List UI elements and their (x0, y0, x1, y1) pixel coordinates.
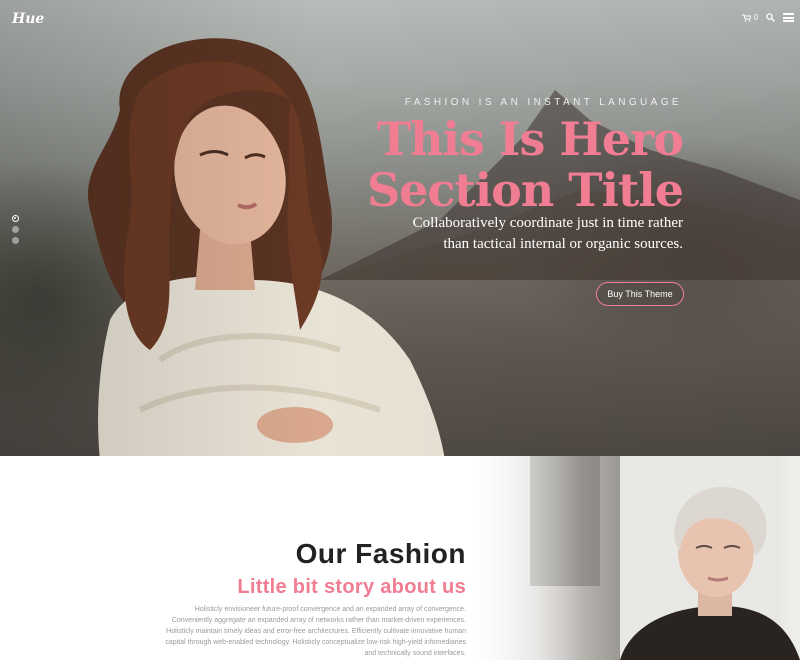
hero-subtitle-line-2: than tactical internal or organic source… (443, 236, 683, 252)
about-title: Our Fashion (295, 538, 466, 569)
hamburger-menu-icon[interactable] (783, 13, 794, 22)
about-body-line: capital through web-enabled technology. … (165, 639, 466, 646)
hero-tagline: FASHION IS AN INSTANT LANGUAGE (404, 97, 682, 108)
slider-dot-1[interactable] (12, 215, 19, 222)
header-actions: 0 (741, 13, 794, 22)
slider-dot-2[interactable] (12, 226, 19, 233)
hero-title-line-2: Section Title (366, 163, 684, 217)
about-subtitle: Little bit story about us (237, 576, 466, 598)
hero-section: Hue 0 FASHION IS AN INSTANT LANGUAGE Thi… (0, 0, 800, 456)
cart-button[interactable]: 0 (741, 13, 758, 22)
hero-title: This Is Hero Section Title (263, 112, 684, 217)
hero-subtitle-line-1: Collaboratively coordinate just in time … (412, 215, 683, 231)
cart-icon (741, 14, 751, 22)
about-body-line: Holisticly maintain timely ideas and err… (166, 628, 466, 635)
buy-theme-button[interactable]: Buy This Theme (596, 282, 684, 306)
about-body-text: Holisticly envisioneer future-proof conv… (130, 604, 466, 659)
about-body-line: and technically sound interfaces. (364, 650, 466, 657)
search-icon[interactable] (766, 13, 775, 22)
portrait-fade (470, 456, 800, 660)
hero-title-line-1: This Is Hero (376, 112, 684, 166)
cart-count: 0 (753, 13, 758, 22)
hero-subtitle: Collaboratively coordinate just in time … (353, 213, 683, 255)
about-portrait-image (470, 456, 800, 660)
site-logo[interactable]: Hue (12, 11, 44, 27)
slider-pagination (12, 215, 19, 244)
about-body-line: Holisticly envisioneer future-proof conv… (194, 606, 466, 613)
about-body-line: Conveniently aggregate an expanded array… (171, 617, 466, 624)
about-section: Our Fashion Little bit story about us Ho… (0, 456, 800, 660)
slider-dot-3[interactable] (12, 237, 19, 244)
